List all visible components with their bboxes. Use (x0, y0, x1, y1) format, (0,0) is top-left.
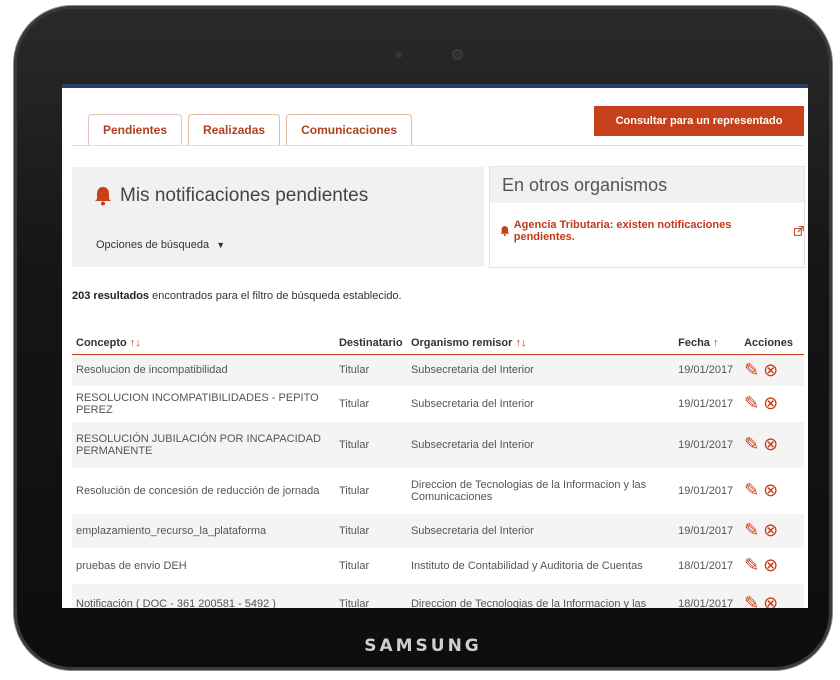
cancel-icon[interactable]: ⊗ (763, 393, 778, 414)
sort-icon: ↑↓ (515, 337, 527, 349)
top-bar (62, 84, 808, 88)
col-destinatario: Destinatario (334, 332, 407, 355)
cell-destinatario: Titular (338, 559, 370, 572)
cell-acciones: ✎ ⊗ (740, 386, 804, 422)
edit-icon[interactable]: ✎ (744, 360, 759, 381)
cell-acciones: ✎ ⊗ (740, 421, 804, 468)
cell-acciones: ✎ ⊗ (740, 468, 804, 514)
cell-concepto: Notificación ( DOC - 361 200581 - 5492 ) (72, 583, 335, 608)
cell-organismo: Direccion de Tecnologias de la Informaci… (410, 478, 647, 503)
cell-destinatario: Titular (338, 397, 370, 410)
cell-destinatario: Titular (334, 354, 407, 386)
cell-acciones: ✎ ⊗ (740, 583, 804, 608)
tabs-divider (72, 145, 804, 146)
table-row[interactable]: Resolución de concesión de reducción de … (72, 468, 804, 514)
results-text: encontrados para el filtro de búsqueda e… (149, 290, 402, 302)
cell-concepto: RESOLUCIÓN JUBILACIÓN POR INCAPACIDAD PE… (72, 421, 335, 468)
cell-fecha: 18/01/2017 (674, 583, 741, 608)
edit-icon[interactable]: ✎ (744, 520, 759, 541)
cell-fecha: 19/01/2017 (674, 421, 741, 468)
cell-acciones: ✎ ⊗ (740, 354, 804, 386)
col-organismo-label: Organismo remisor (410, 337, 513, 349)
tab-bar: Pendientes Realizadas Comunicaciones (88, 114, 418, 145)
cancel-icon[interactable]: ⊗ (763, 434, 778, 455)
table-row[interactable]: RESOLUCION INCOMPATIBILIDADES - PEPITO P… (72, 386, 804, 422)
cell-concepto: Resolución de concesión de reducción de … (76, 484, 320, 497)
cell-concepto: emplazamiento_recurso_la_plataforma (72, 513, 335, 548)
bell-icon (500, 226, 510, 237)
sort-up-icon: ↑ (712, 337, 719, 349)
tab-pendientes[interactable]: Pendientes (88, 114, 183, 145)
tab-realizadas[interactable]: Realizadas (188, 114, 281, 145)
cell-destinatario: Titular (334, 583, 407, 608)
table-row[interactable]: Notificación ( DOC - 361 200581 - 5492 )… (72, 583, 804, 608)
col-concepto[interactable]: Concepto ↑↓ (72, 332, 335, 355)
consult-representative-button[interactable]: Consultar para un representado (594, 106, 804, 136)
cancel-icon[interactable]: ⊗ (763, 555, 778, 576)
cancel-icon[interactable]: ⊗ (763, 593, 778, 608)
other-organisms-panel: En otros organismos Agencia Tributaria: … (490, 167, 804, 267)
notifications-table: Concepto ↑↓ Destinatario Organismo remis… (72, 332, 804, 608)
pending-title: Mis notificaciones pendientes (94, 185, 368, 207)
bell-icon (95, 187, 111, 206)
col-fecha-label: Fecha (678, 337, 710, 349)
cell-organismo: Subsecretaria del Interior (406, 354, 675, 386)
cell-fecha: 19/01/2017 (674, 513, 741, 548)
sort-icon: ↑↓ (129, 337, 141, 349)
results-summary: 203 resultados encontrados para el filtr… (72, 290, 402, 302)
edit-icon[interactable]: ✎ (744, 555, 759, 576)
edit-icon[interactable]: ✎ (744, 480, 759, 501)
results-count: 203 resultados (72, 290, 150, 302)
cell-fecha: 19/01/2017 (678, 484, 734, 497)
agencia-tributaria-text: Agencia Tributaria: existen notificacion… (513, 219, 732, 243)
table-row[interactable]: pruebas de envio DEH Titular Instituto d… (72, 548, 804, 584)
cell-organismo: Subsecretaria del Interior (406, 513, 675, 548)
table-header-row: Concepto ↑↓ Destinatario Organismo remis… (72, 332, 804, 355)
cancel-icon[interactable]: ⊗ (763, 360, 778, 381)
pending-panel: Mis notificaciones pendientes Opciones d… (72, 167, 484, 267)
table-row[interactable]: emplazamiento_recurso_la_plataforma Titu… (72, 513, 804, 548)
cell-fecha: 19/01/2017 (678, 397, 734, 410)
tab-comunicaciones[interactable]: Comunicaciones (286, 114, 413, 145)
screen: Pendientes Realizadas Comunicaciones Con… (62, 84, 808, 608)
sensor-dot (396, 52, 402, 58)
device-brand: SAMSUNG (364, 636, 482, 656)
caret-down-icon: ▼ (216, 240, 226, 250)
cell-destinatario: Titular (338, 484, 370, 497)
cancel-icon[interactable]: ⊗ (763, 480, 778, 501)
cell-destinatario: Titular (334, 421, 407, 468)
external-link-icon (794, 226, 804, 236)
camera-icon (453, 50, 462, 59)
edit-icon[interactable]: ✎ (744, 434, 759, 455)
table-row[interactable]: RESOLUCIÓN JUBILACIÓN POR INCAPACIDAD PE… (72, 421, 804, 468)
cell-concepto: RESOLUCION INCOMPATIBILIDADES - PEPITO P… (76, 391, 319, 416)
cell-concepto: Resolucion de incompatibilidad (72, 354, 335, 386)
cell-acciones: ✎ ⊗ (740, 548, 804, 584)
table-row[interactable]: Resolucion de incompatibilidad Titular S… (72, 354, 804, 386)
edit-icon[interactable]: ✎ (744, 393, 759, 414)
col-concepto-label: Concepto (76, 337, 127, 349)
search-options-toggle[interactable]: Opciones de búsqueda ▼ (96, 239, 225, 251)
cell-organismo: Direccion de Tecnologias de la Informaci… (406, 583, 675, 608)
cell-organismo: Subsecretaria del Interior (406, 421, 675, 468)
search-options-label: Opciones de búsqueda (96, 239, 210, 251)
cancel-icon[interactable]: ⊗ (763, 520, 778, 541)
cell-acciones: ✎ ⊗ (740, 513, 804, 548)
cell-concepto: pruebas de envio DEH (76, 559, 187, 572)
agencia-tributaria-link[interactable]: Agencia Tributaria: existen notificacion… (500, 219, 804, 243)
col-fecha[interactable]: Fecha ↑ (674, 332, 741, 355)
cell-organismo: Instituto de Contabilidad y Auditoria de… (410, 559, 643, 572)
cell-destinatario: Titular (334, 513, 407, 548)
other-organisms-title: En otros organismos (490, 167, 804, 203)
cell-fecha: 18/01/2017 (678, 559, 734, 572)
edit-icon[interactable]: ✎ (744, 593, 759, 608)
col-organismo[interactable]: Organismo remisor ↑↓ (406, 332, 675, 355)
cell-fecha: 19/01/2017 (674, 354, 741, 386)
pending-title-text: Mis notificaciones pendientes (120, 185, 369, 206)
col-acciones: Acciones (740, 332, 804, 355)
cell-organismo: Subsecretaria del Interior (410, 397, 534, 410)
